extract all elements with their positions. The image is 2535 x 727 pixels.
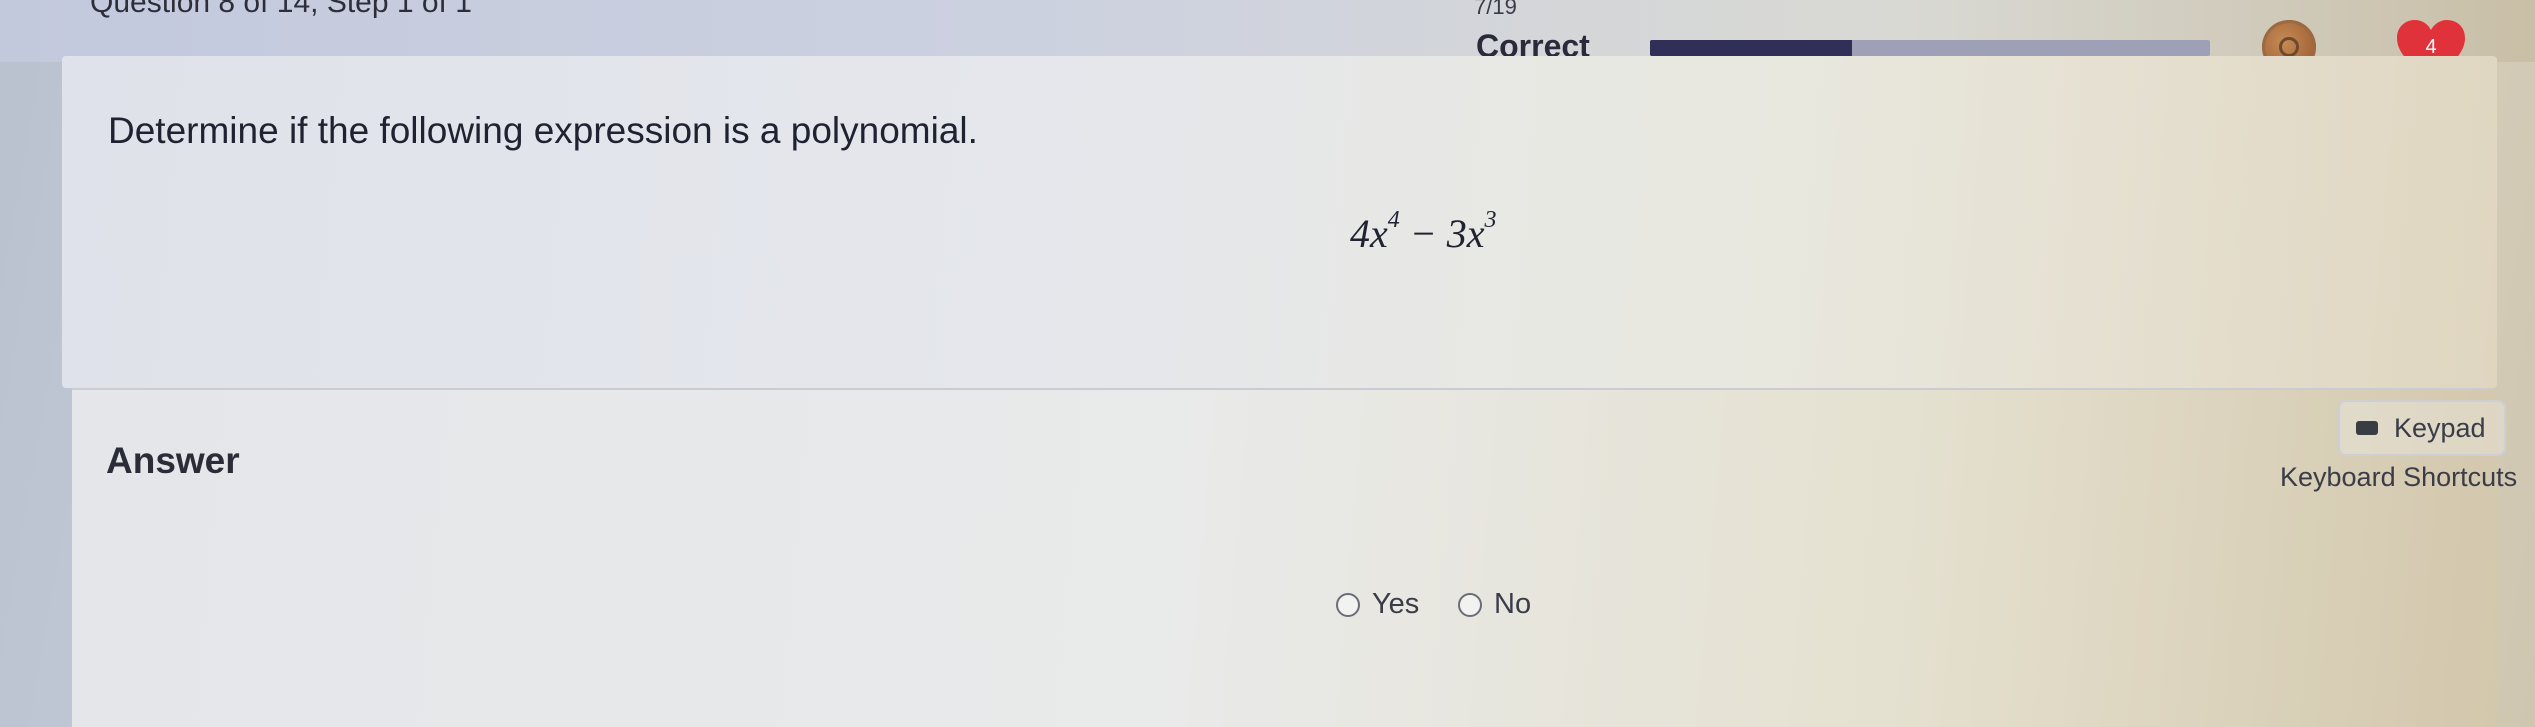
keyboard-icon: [2356, 421, 2378, 435]
answer-option-no[interactable]: No: [1458, 588, 1531, 621]
keyboard-shortcuts-link[interactable]: Keyboard Shortcuts: [2280, 462, 2517, 493]
keypad-label: Keypad: [2394, 412, 2486, 443]
keypad-button[interactable]: Keypad: [2338, 400, 2506, 456]
radio-button-yes[interactable]: [1336, 592, 1360, 617]
answer-card: [72, 390, 2497, 727]
radio-button-no[interactable]: [1458, 592, 1482, 617]
term-1-exponent: 4: [1387, 206, 1400, 233]
progress-count: 7/19: [1474, 0, 1517, 19]
term-2-coefficient: 3: [1446, 211, 1467, 256]
question-card: [62, 56, 2497, 388]
option-label-no[interactable]: No: [1494, 588, 1531, 621]
term-1-variable: x: [1370, 211, 1388, 256]
minus-operator: −: [1399, 211, 1447, 256]
term-1-coefficient: 4: [1350, 211, 1370, 256]
question-prompt: Determine if the following expression is…: [108, 110, 978, 151]
question-step-label: Question 8 of 14, Step 1 of 1: [90, 0, 472, 19]
option-label-yes[interactable]: Yes: [1372, 588, 1419, 621]
answer-heading: Answer: [106, 440, 240, 481]
progress-bar-fill: [1650, 40, 1852, 56]
math-expression: 4x4 − 3x3: [1350, 206, 1497, 257]
term-2-exponent: 3: [1484, 206, 1497, 233]
term-2-variable: x: [1466, 211, 1485, 256]
progress-bar: [1650, 40, 2210, 56]
answer-option-yes[interactable]: Yes: [1336, 588, 1419, 621]
top-bar: Question 8 of 14, Step 1 of 1 7/19 Corre…: [0, 0, 2535, 82]
